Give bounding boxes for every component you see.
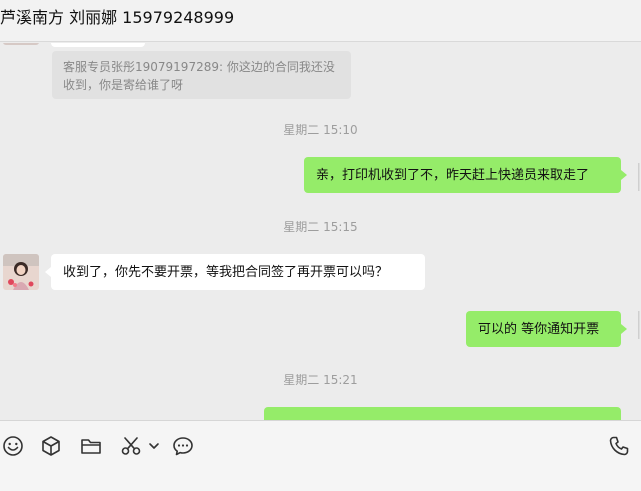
- chat-title: 芦溪南方 刘丽娜 15979248999: [0, 8, 235, 27]
- folder-icon[interactable]: [79, 434, 103, 458]
- avatar[interactable]: [3, 43, 39, 45]
- timestamp: 星期二 15:10: [283, 123, 358, 137]
- message-list[interactable]: 客服专员张彤19079197289: 你这边的合同我还没收到，你是寄给谁了呀 星…: [0, 43, 641, 420]
- scrollbar-track: [638, 163, 640, 339]
- chat-header: 芦溪南方 刘丽娜 15979248999: [0, 0, 641, 42]
- chat-history-icon[interactable]: [171, 434, 195, 458]
- avatar[interactable]: [3, 254, 39, 290]
- timestamp: 星期二 15:21: [283, 373, 358, 387]
- timestamp: 星期二 15:15: [283, 220, 358, 234]
- quoted-message[interactable]: 客服专员张彤19079197289: 你这边的合同我还没收到，你是寄给谁了呀: [52, 51, 351, 99]
- scrollbar[interactable]: [637, 43, 641, 420]
- message-bubble-outgoing-partial[interactable]: [264, 407, 621, 420]
- phone-icon[interactable]: [607, 434, 631, 458]
- message-bubble-incoming-partial[interactable]: [51, 43, 145, 47]
- avatar-image: [3, 254, 39, 290]
- message-bubble-incoming[interactable]: 收到了，你先不要开票，等我把合同签了再开票可以吗？: [51, 254, 425, 290]
- input-toolbar: [0, 420, 641, 491]
- scissors-icon[interactable]: [119, 434, 143, 458]
- bubble-tail: [621, 170, 627, 180]
- chevron-down-icon[interactable]: [147, 434, 161, 458]
- message-bubble-outgoing[interactable]: 亲，打印机收到了不，昨天赶上快递员来取走了: [304, 157, 621, 193]
- bubble-tail: [621, 324, 627, 334]
- emoji-icon[interactable]: [1, 434, 25, 458]
- sticker-box-icon[interactable]: [39, 434, 63, 458]
- message-bubble-outgoing[interactable]: 可以的 等你通知开票: [466, 311, 621, 347]
